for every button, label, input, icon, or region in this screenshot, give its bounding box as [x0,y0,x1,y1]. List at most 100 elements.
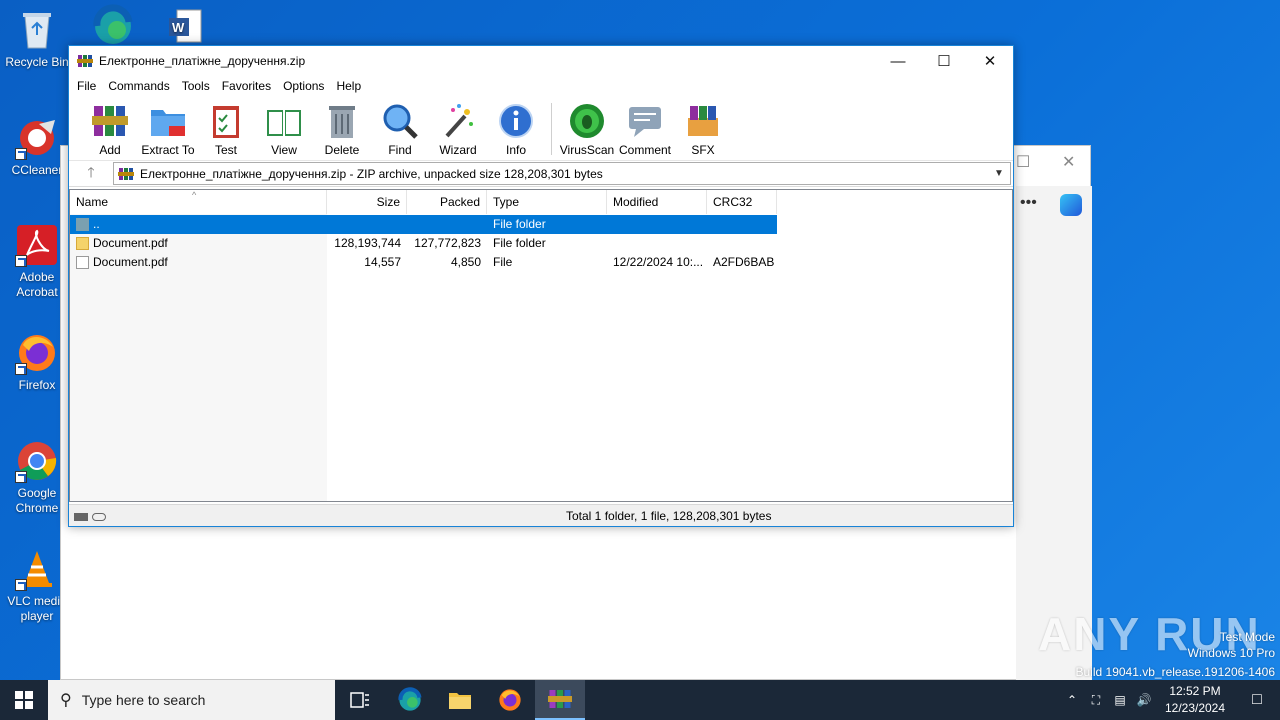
column-header-modified[interactable]: Modified [607,190,707,214]
recycle-bin-icon [15,8,59,52]
start-button[interactable] [0,680,48,720]
toolbar-separator [551,103,552,155]
view-button[interactable]: View [255,99,313,157]
browser-sidebar: ••• [1016,186,1092,681]
chevron-down-icon[interactable]: ▼ [994,168,1010,179]
column-header-size[interactable]: Size [327,190,407,214]
taskbar-edge[interactable] [385,680,435,720]
add-label: Add [99,143,121,157]
winrar-archive-icon [118,167,134,180]
build-text: Build 19041.vb_release.191206-1406 [1075,665,1276,679]
list-header: Name ^ Size Packed Type Modified CRC32 [70,190,1012,214]
edge-icon [398,687,422,711]
firefox-icon [499,689,521,711]
windows-edition-text: Windows 10 Pro [1187,646,1275,660]
drive-icon[interactable] [74,513,88,521]
column-header-name[interactable]: Name ^ [70,190,327,214]
column-header-type[interactable]: Type [487,190,607,214]
extract-folder-icon [149,102,187,140]
search-placeholder: Type here to search [81,692,206,708]
taskbar-firefox[interactable] [485,680,535,720]
extract-to-button[interactable]: Extract To [139,99,197,157]
title-bar[interactable]: Електронне_платіжне_доручення.zip — ☐ ✕ [69,46,1013,76]
taskbar-winrar[interactable] [535,680,585,720]
taskbar-search-box[interactable]: ⚲ Type here to search [48,680,335,720]
network-icon[interactable]: ▤ [1108,693,1132,707]
find-button[interactable]: Find [371,99,429,157]
menu-options[interactable]: Options [277,79,330,93]
wizard-button[interactable]: Wizard [429,99,487,157]
table-row[interactable]: .. File folder [70,215,777,234]
desktop-icon-label: Recycle Bin [5,55,69,69]
volume-icon[interactable]: 🔊 [1132,693,1156,707]
delete-trash-icon [323,102,361,140]
winrar-window: Електронне_платіжне_доручення.zip — ☐ ✕ … [68,45,1014,527]
add-archive-icon [91,102,129,140]
clock[interactable]: 12:52 PM 12/23/2024 [1156,683,1234,717]
menu-tools[interactable]: Tools [176,79,216,93]
status-text: Total 1 folder, 1 file, 128,208,301 byte… [566,508,772,523]
wizard-wand-icon [439,102,477,140]
column-header-crc32[interactable]: CRC32 [707,190,777,214]
path-combobox[interactable]: Електронне_платіжне_доручення.zip - ZIP … [113,162,1011,185]
sfx-label: SFX [691,143,715,157]
notification-icon[interactable]: □ [1234,691,1280,709]
extract-to-label: Extract To [141,143,195,157]
copilot-icon[interactable] [1060,194,1082,216]
column-header-packed[interactable]: Packed [407,190,487,214]
virusscan-bug-icon [568,102,606,140]
more-options-icon[interactable]: ••• [1020,194,1037,212]
test-button[interactable]: Test [197,99,255,157]
info-label: Info [505,143,526,157]
shortcut-arrow-icon [15,363,27,375]
key-icon[interactable] [92,513,106,521]
desktop-icon-label: Adobe Acrobat [16,270,58,299]
add-button[interactable]: Add [81,99,139,157]
shortcut-arrow-icon [15,579,27,591]
virusscan-button[interactable]: VirusScan [558,99,616,157]
taskbar-file-explorer[interactable] [435,680,485,720]
table-row[interactable]: Document.pdf 128,193,744 127,772,823 Fil… [70,234,777,253]
sfx-button[interactable]: SFX [674,99,732,157]
menu-commands[interactable]: Commands [102,79,175,93]
system-tray: ⌃ ⛶ ▤ 🔊 12:52 PM 12/23/2024 □ [1060,680,1280,720]
info-button[interactable]: Info [487,99,545,157]
close-button[interactable]: ✕ [967,46,1013,76]
shortcut-arrow-icon [15,471,27,483]
file-explorer-icon [449,693,471,709]
clock-time: 12:52 PM [1169,684,1221,698]
task-view-icon [350,692,369,708]
test-clipboard-icon [207,102,245,140]
adobe-acrobat-icon [15,223,59,267]
close-icon[interactable]: ✕ [1062,152,1075,172]
security-icon[interactable]: ⛶ [1084,693,1108,708]
search-icon: ⚲ [60,692,72,709]
desktop-icon-recycle-bin[interactable]: Recycle Bin [0,8,74,70]
desktop-icon-label: VLC media player [7,594,67,623]
table-row[interactable]: Document.pdf 14,557 4,850 File 12/22/202… [70,253,777,272]
desktop-icon-edge[interactable] [76,4,150,51]
toolbar: Add Extract To Test View Delete Find Wiz… [69,96,1013,161]
menu-favorites[interactable]: Favorites [216,79,277,93]
clock-date: 12/23/2024 [1164,701,1226,715]
ccleaner-icon [15,116,59,160]
find-magnifier-icon [381,102,419,140]
comment-button[interactable]: Comment [616,99,674,157]
chevron-up-icon[interactable]: ⌃ [1060,693,1084,707]
up-arrow-icon[interactable]: 🡑 [69,162,113,186]
minimize-button[interactable]: — [875,46,921,76]
delete-label: Delete [324,143,360,157]
maximize-button[interactable]: ☐ [921,46,967,76]
sfx-box-icon [684,102,722,140]
status-bar: Total 1 folder, 1 file, 128,208,301 byte… [69,504,1013,526]
menu-file[interactable]: File [71,79,102,93]
task-view-button[interactable] [335,680,385,720]
winrar-app-icon [548,690,572,708]
menu-help[interactable]: Help [330,79,367,93]
google-chrome-icon [15,439,59,483]
delete-button[interactable]: Delete [313,99,371,157]
address-bar: 🡑 Електронне_платіжне_доручення.zip - ZI… [69,161,1013,187]
sort-ascending-icon: ^ [192,190,197,200]
maximize-icon[interactable]: ☐ [1016,152,1030,172]
wizard-label: Wizard [439,143,477,157]
